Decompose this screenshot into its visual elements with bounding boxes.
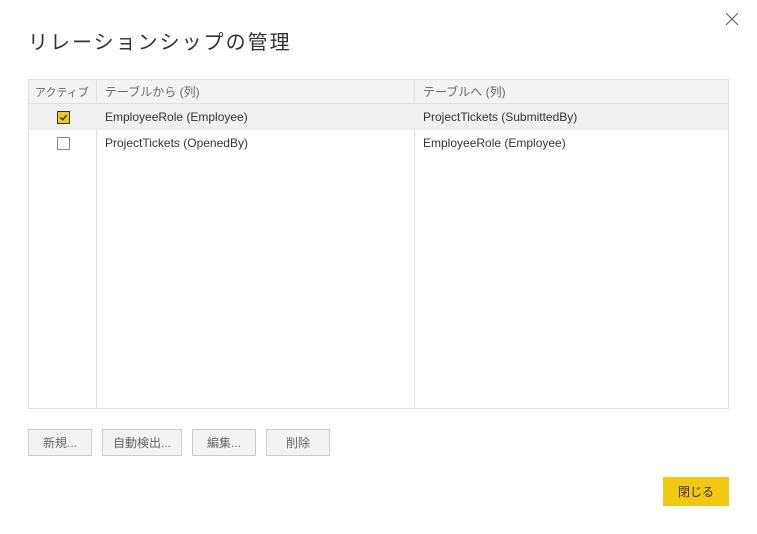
table-row[interactable]: EmployeeRole (Employee) ProjectTickets (… xyxy=(29,104,728,130)
active-checkbox[interactable] xyxy=(57,111,70,124)
autodetect-button[interactable]: 自動検出... xyxy=(102,429,182,456)
manage-relationships-dialog: リレーションシップの管理 アクティブ テーブルから (列) テーブルへ (列) … xyxy=(0,0,757,534)
to-cell: EmployeeRole (Employee) xyxy=(415,136,728,150)
new-button[interactable]: 新規... xyxy=(28,429,92,456)
header-to: テーブルへ (列) xyxy=(415,80,728,103)
table-body: EmployeeRole (Employee) ProjectTickets (… xyxy=(29,104,728,408)
delete-button[interactable]: 削除 xyxy=(266,429,330,456)
action-button-bar: 新規... 自動検出... 編集... 削除 xyxy=(28,429,729,456)
edit-button[interactable]: 編集... xyxy=(192,429,256,456)
table-header: アクティブ テーブルから (列) テーブルへ (列) xyxy=(29,80,728,104)
header-from: テーブルから (列) xyxy=(97,80,415,103)
table-row[interactable]: ProjectTickets (OpenedBy) EmployeeRole (… xyxy=(29,130,728,156)
relationships-table: アクティブ テーブルから (列) テーブルへ (列) EmployeeRole … xyxy=(28,79,729,409)
header-active: アクティブ xyxy=(29,80,97,103)
close-button[interactable]: 閉じる xyxy=(663,477,729,506)
dialog-title: リレーションシップの管理 xyxy=(28,26,729,55)
close-icon[interactable] xyxy=(725,12,743,30)
to-cell: ProjectTickets (SubmittedBy) xyxy=(415,110,728,124)
active-checkbox[interactable] xyxy=(57,137,70,150)
active-cell xyxy=(29,111,97,124)
dialog-footer: 閉じる xyxy=(663,477,729,506)
from-cell: ProjectTickets (OpenedBy) xyxy=(97,136,415,150)
active-cell xyxy=(29,137,97,150)
from-cell: EmployeeRole (Employee) xyxy=(97,110,415,124)
